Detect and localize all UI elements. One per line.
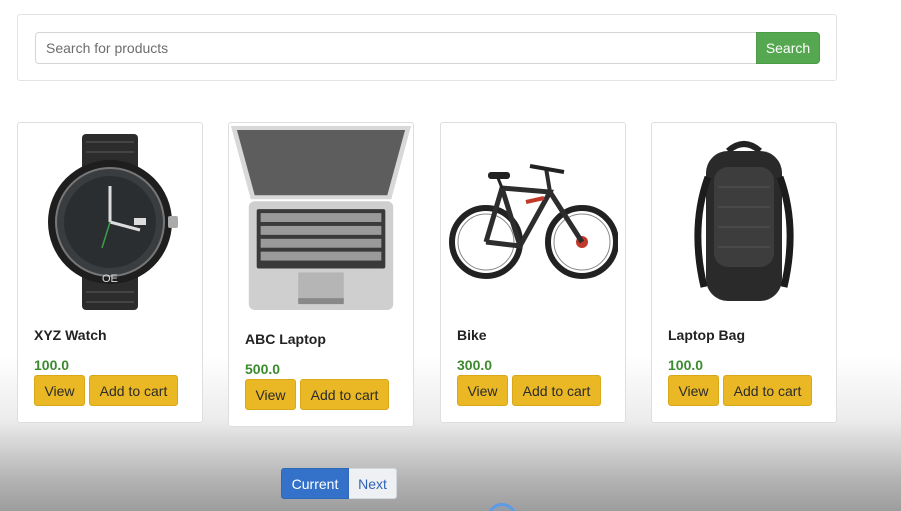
product-price: 500.0 [245,361,281,377]
view-button[interactable]: View [457,375,508,406]
add-to-cart-button[interactable]: Add to cart [89,375,178,406]
product-price: 100.0 [34,357,70,373]
search-panel: Search [17,14,837,81]
add-to-cart-button[interactable]: Add to cart [300,379,389,410]
page-current-button[interactable]: Current [281,468,349,499]
product-card-laptop: ABC Laptop 500.0 View Add to cart [228,122,414,427]
bike-icon [449,164,618,279]
product-price: 100.0 [668,357,704,373]
product-image-watch: OE [18,127,202,317]
backpack-icon [694,141,794,301]
product-image-bike [441,127,625,317]
laptop-icon [230,126,412,311]
add-to-cart-button[interactable]: Add to cart [512,375,601,406]
product-name: ABC Laptop [245,331,326,347]
search-button[interactable]: Search [756,32,820,64]
pagination: Current Next [281,468,397,499]
product-image-laptop-bag [652,127,836,317]
view-button[interactable]: View [34,375,85,406]
product-name: Laptop Bag [668,327,745,343]
svg-text:OE: OE [102,273,118,285]
product-card-watch: OE XYZ Watch 100.0 View Add to cart [17,122,203,423]
watch-icon: OE [48,134,178,310]
view-button[interactable]: View [245,379,296,410]
view-button[interactable]: View [668,375,719,406]
product-name: Bike [457,327,487,343]
mouse-cursor-indicator [487,503,517,511]
product-card-laptop-bag: Laptop Bag 100.0 View Add to cart [651,122,837,423]
product-price: 300.0 [457,357,493,373]
add-to-cart-button[interactable]: Add to cart [723,375,812,406]
product-name: XYZ Watch [34,327,107,343]
product-image-laptop [229,123,413,319]
page-next-button[interactable]: Next [349,468,397,499]
search-input[interactable] [35,32,757,64]
product-card-bike: Bike 300.0 View Add to cart [440,122,626,423]
